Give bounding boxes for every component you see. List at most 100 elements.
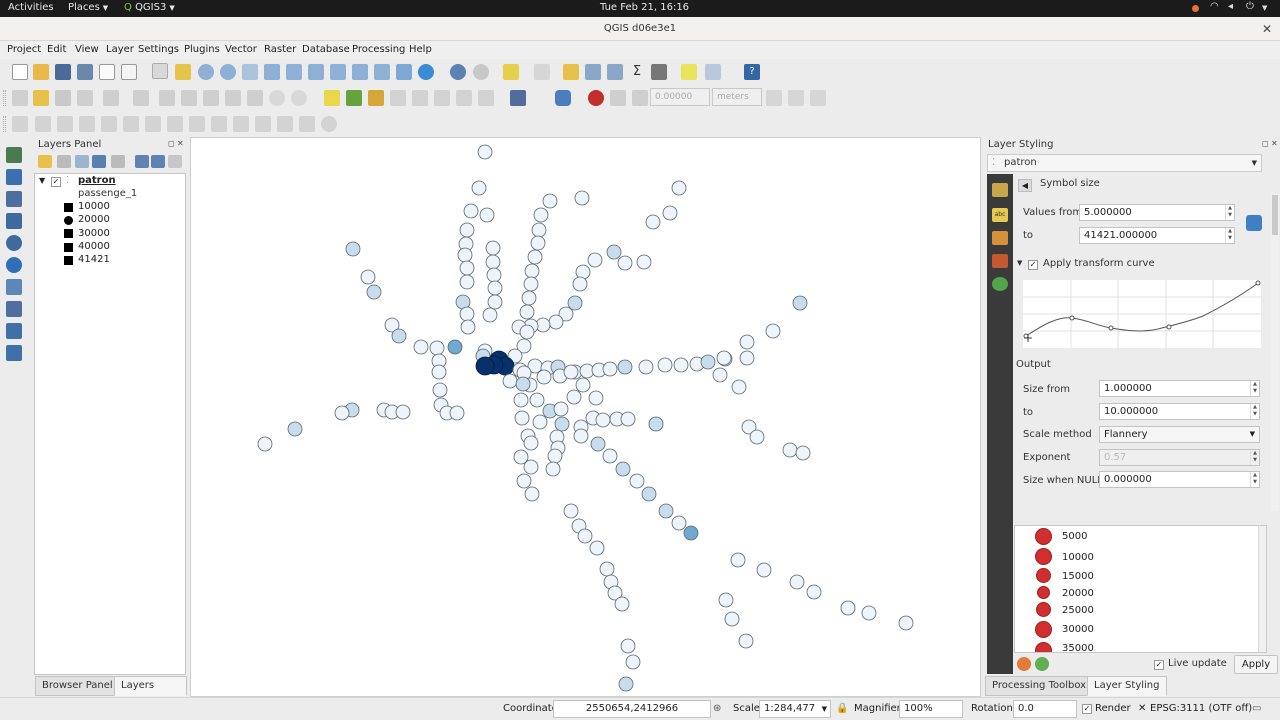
map-point-feature[interactable] [521, 290, 537, 306]
map-point-feature[interactable] [620, 638, 636, 654]
map-point-feature[interactable] [749, 429, 765, 445]
add-wms-layer-icon[interactable] [6, 235, 22, 251]
copy-features-icon[interactable] [225, 90, 241, 106]
map-point-feature[interactable] [645, 214, 661, 230]
map-point-feature[interactable] [482, 307, 498, 323]
toggle-editing-icon[interactable] [33, 90, 49, 106]
db-manager-icon[interactable] [510, 90, 526, 106]
menu-vector[interactable]: Vector [225, 44, 257, 55]
layer-select[interactable]: ⁚ patron ▼ [987, 154, 1262, 172]
spin-arrows-icon[interactable]: ▲ ▼ [1250, 472, 1259, 487]
diagram-icon[interactable] [992, 231, 1008, 245]
map-point-feature[interactable] [614, 596, 630, 612]
map-point-feature[interactable] [459, 222, 475, 238]
map-point-feature[interactable] [615, 461, 631, 477]
messages-icon[interactable]: ▭ [1252, 703, 1261, 714]
zoom-to-selection-icon[interactable] [286, 64, 302, 80]
highlight-pinned-icon[interactable] [368, 90, 384, 106]
map-point-feature[interactable] [519, 304, 535, 320]
attribute-table-icon[interactable] [585, 64, 601, 80]
map-point-feature[interactable] [547, 448, 563, 464]
map-point-feature[interactable] [671, 515, 687, 531]
redo-icon[interactable] [291, 90, 307, 106]
identify-icon[interactable] [450, 64, 466, 80]
merge-attributes-icon[interactable] [277, 116, 293, 132]
legend-scrollbar[interactable] [1258, 526, 1266, 652]
map-point-feature[interactable] [563, 364, 579, 380]
map-point-feature[interactable] [460, 319, 476, 335]
map-point-feature[interactable] [731, 379, 747, 395]
map-canvas[interactable] [190, 137, 981, 697]
rotate-feature-icon[interactable] [35, 116, 51, 132]
map-point-feature[interactable] [516, 473, 532, 489]
tab-browser-panel[interactable]: Browser Panel [35, 676, 120, 696]
map-point-feature[interactable] [602, 448, 618, 464]
map-point-feature[interactable] [589, 540, 605, 556]
volume-icon[interactable]: ◂ [1228, 1, 1233, 12]
map-point-feature[interactable] [523, 276, 539, 292]
menu-settings[interactable]: Settings [138, 44, 179, 55]
rotation-field[interactable]: 0.0 [1013, 700, 1077, 718]
map-point-feature[interactable] [724, 611, 740, 627]
map-point-feature[interactable] [795, 445, 811, 461]
map-point-feature[interactable] [523, 435, 539, 451]
rotate-label-icon[interactable] [412, 90, 428, 106]
node-tool-icon[interactable] [159, 90, 175, 106]
size-from-input[interactable]: 1.000000 ▲ ▼ [1099, 380, 1260, 397]
transform-curve-editor[interactable]: + [1023, 280, 1261, 348]
zoom-out-icon[interactable] [220, 64, 236, 80]
map-point-feature[interactable] [471, 180, 487, 196]
collapse-arrow-icon[interactable]: ▼ [1017, 259, 1022, 267]
map-point-feature[interactable] [638, 359, 654, 375]
map-point-feature[interactable] [636, 254, 652, 270]
map-point-feature[interactable] [485, 240, 501, 256]
snap-vertex-icon[interactable] [610, 90, 626, 106]
toolbar-grip[interactable] [3, 90, 6, 106]
map-point-feature[interactable] [542, 193, 558, 209]
label-properties-icon[interactable] [478, 90, 494, 106]
map-point-feature[interactable] [700, 354, 716, 370]
add-oracle-layer-icon[interactable] [6, 345, 22, 361]
reshape-icon[interactable] [167, 116, 183, 132]
crs-status[interactable]: EPSG:3111 (OTF off) [1150, 703, 1252, 714]
offset-point-icon[interactable] [321, 116, 337, 132]
render-checkbox[interactable]: ✓ [1082, 704, 1092, 714]
measure-icon[interactable] [651, 64, 667, 80]
show-hide-labels-icon[interactable] [456, 90, 472, 106]
map-point-feature[interactable] [459, 260, 475, 276]
map-point-feature[interactable] [739, 350, 755, 366]
map-point-feature[interactable] [515, 376, 531, 392]
app-menu[interactable]: Q QGIS3 ▼ [124, 2, 175, 13]
map-point-feature[interactable] [671, 180, 687, 196]
magnifier-field[interactable]: 100% [899, 700, 963, 718]
zoom-in-icon[interactable] [198, 64, 214, 80]
map-point-feature[interactable] [345, 241, 361, 257]
move-label-icon[interactable] [390, 90, 406, 106]
map-points[interactable] [191, 138, 981, 697]
map-point-feature[interactable] [641, 486, 657, 502]
add-wfs-layer-icon[interactable] [6, 257, 22, 273]
undo-style-icon[interactable] [1017, 657, 1031, 671]
close-icon[interactable]: ✕ [1271, 139, 1278, 148]
map-point-feature[interactable] [514, 410, 530, 426]
map-point-feature[interactable] [431, 364, 447, 380]
transform-curve-checkbox[interactable]: ✓ [1028, 260, 1038, 270]
manage-themes-icon[interactable] [75, 155, 89, 168]
zoom-to-layer-icon[interactable] [308, 64, 324, 80]
map-point-feature[interactable] [789, 574, 805, 590]
map-point-feature[interactable] [602, 361, 618, 377]
map-tips-icon[interactable] [681, 64, 697, 80]
map-point-feature[interactable] [792, 295, 808, 311]
fill-ring-icon[interactable] [101, 116, 117, 132]
help-icon[interactable]: ? [744, 64, 760, 80]
map-point-feature[interactable] [477, 144, 493, 160]
remove-layer-icon[interactable] [168, 155, 182, 168]
map-point-feature[interactable] [395, 404, 411, 420]
menu-layer[interactable]: Layer [106, 44, 134, 55]
new-map-view-icon[interactable] [396, 64, 412, 80]
toolbar-grip[interactable] [3, 116, 6, 132]
map-point-feature[interactable] [595, 412, 611, 428]
map-point-feature[interactable] [366, 284, 382, 300]
delete-part-icon[interactable] [145, 116, 161, 132]
snap-units-select[interactable]: meters [712, 88, 762, 106]
